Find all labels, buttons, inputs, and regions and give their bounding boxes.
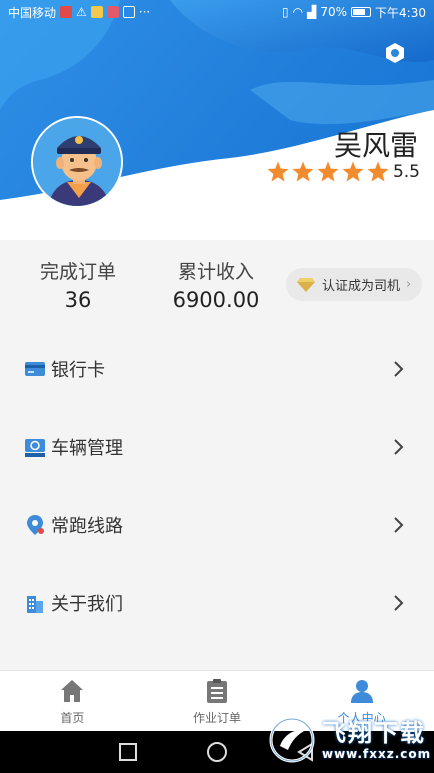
chevron-right-icon <box>394 361 404 377</box>
watermark-logo-icon <box>269 717 315 763</box>
tab-label-home: 首页 <box>60 710 85 725</box>
watermark: 飞翔下载 www.fxxz.com <box>268 712 434 768</box>
star-rating: 5.5 <box>266 160 420 184</box>
watermark-text: 飞翔下载 www.fxxz.com <box>322 721 431 760</box>
watermark-url: www.fxxz.com <box>322 746 432 761</box>
watermark-main-text: 飞翔下载 <box>322 718 426 747</box>
signal-icon: ▟ <box>307 5 317 19</box>
completed-orders-stat: 完成订单 36 <box>34 257 122 312</box>
menu-item-vehicle-management[interactable]: 车辆管理 <box>0 408 434 486</box>
tab-home[interactable]: 首页 <box>0 671 145 731</box>
profile-header: 吴风雷 5.5 <box>0 0 434 240</box>
tab-label-work-orders: 作业订单 <box>193 710 242 725</box>
chevron-right-icon <box>394 439 404 455</box>
notification-icon <box>60 6 73 18</box>
mail-icon <box>122 6 135 18</box>
menu-label-bank-card: 银行卡 <box>51 360 105 381</box>
settings-button[interactable] <box>383 41 407 65</box>
chevron-right-icon <box>394 595 404 611</box>
home-icon <box>61 679 84 702</box>
user-name: 吴风雷 <box>333 129 418 162</box>
diamond-icon <box>297 277 315 292</box>
star-icon <box>317 161 339 182</box>
vibrate-icon: ▯ <box>282 5 289 19</box>
chevron-right-icon: › <box>406 277 412 292</box>
building-icon <box>27 596 43 613</box>
menu-label-vehicle-management: 车辆管理 <box>51 438 123 459</box>
star-icon <box>367 161 389 182</box>
star-icon <box>292 161 314 182</box>
chevron-right-icon <box>394 517 404 533</box>
message-icon <box>106 6 119 18</box>
certify-driver-label: 认证成为司机 <box>322 279 401 294</box>
warning-icon: ⚠ <box>76 5 87 19</box>
hexagon-settings-icon <box>386 43 404 63</box>
bank-card-icon <box>25 362 45 376</box>
home-nav-icon[interactable] <box>206 741 228 763</box>
total-income-stat: 累计收入 6900.00 <box>168 257 264 312</box>
wifi-icon: ◠ <box>292 5 304 19</box>
recent-apps-icon[interactable] <box>118 742 138 762</box>
total-income-value: 6900.00 <box>172 288 260 312</box>
certify-driver-button[interactable]: 认证成为司机 › <box>286 268 422 301</box>
total-income-label: 累计收入 <box>177 261 254 283</box>
rating-value: 5.5 <box>392 162 420 182</box>
menu-item-bank-card[interactable]: 银行卡 <box>0 330 434 408</box>
clipboard-icon <box>207 678 227 703</box>
settings-menu: 银行卡 车辆管理 常跑线路 关于我们 <box>0 330 434 642</box>
app-notification-icon <box>90 6 103 18</box>
carrier-label: 中国移动 <box>8 5 57 20</box>
status-bar: 中国移动 ⚠ ··· ▯ ◠ ▟ 70% 下午4:30 <box>0 0 434 24</box>
more-notifications: ··· <box>138 5 151 19</box>
completed-orders-label: 完成订单 <box>39 261 116 283</box>
menu-label-frequent-routes: 常跑线路 <box>51 516 123 537</box>
menu-label-about-us: 关于我们 <box>51 594 123 615</box>
menu-item-about-us[interactable]: 关于我们 <box>0 564 434 642</box>
stats-section: 完成订单 36 累计收入 6900.00 认证成为司机 › <box>0 241 434 323</box>
avatar[interactable] <box>31 116 123 208</box>
driver-avatar-icon <box>33 118 121 206</box>
battery-icon <box>351 7 372 17</box>
location-pin-icon <box>27 515 44 535</box>
completed-orders-value: 36 <box>64 288 92 312</box>
vehicle-icon <box>25 439 45 457</box>
person-icon <box>350 679 373 703</box>
star-icon <box>342 161 364 182</box>
clock: 下午4:30 <box>375 5 426 20</box>
battery-percent: 70% <box>320 5 348 19</box>
menu-item-frequent-routes[interactable]: 常跑线路 <box>0 486 434 564</box>
star-icon <box>267 161 289 182</box>
